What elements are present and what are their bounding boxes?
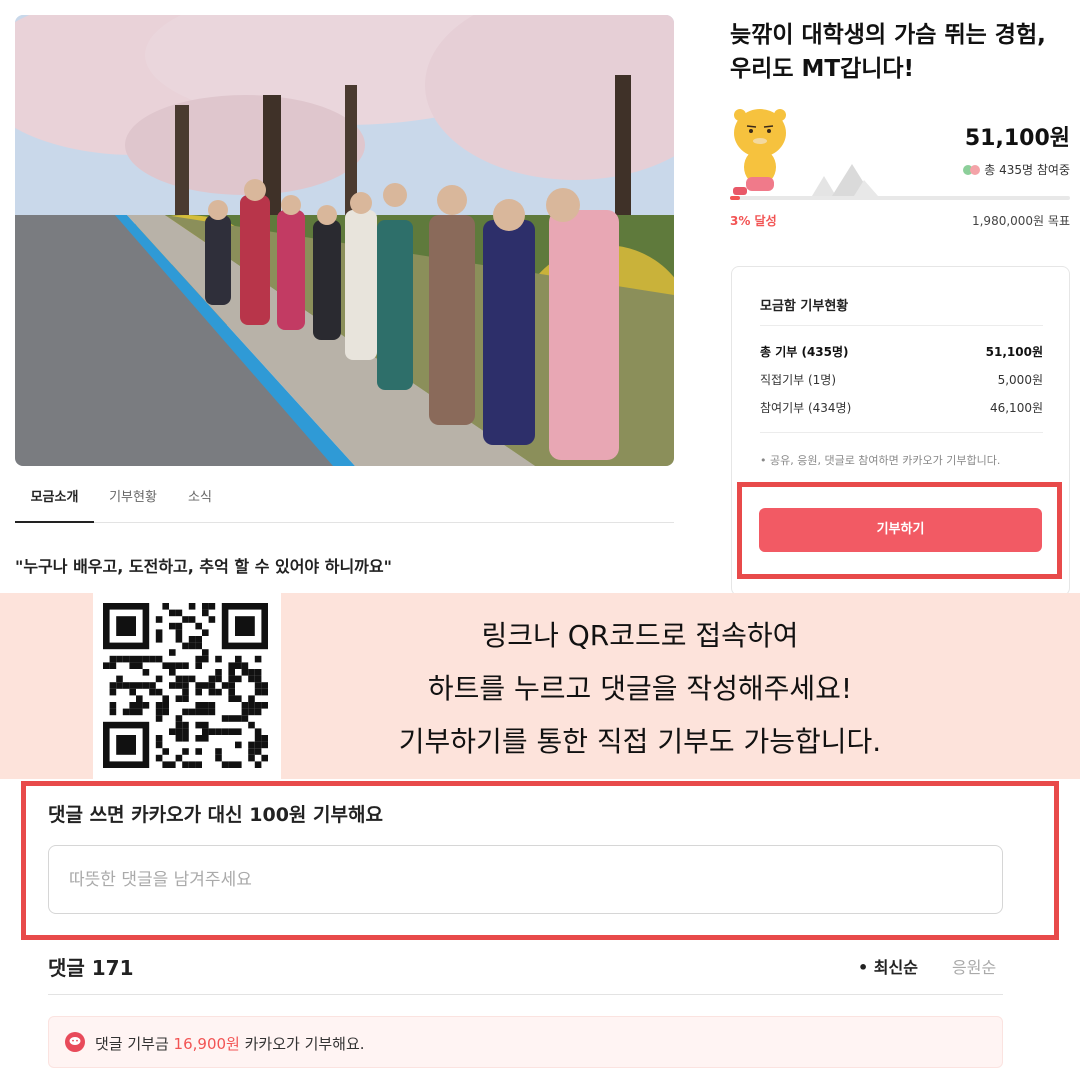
comment-input[interactable] <box>48 845 1003 914</box>
status-row-value: 5,000원 <box>997 373 1043 387</box>
campaign-photo <box>15 15 674 466</box>
comment-donation-notice: 댓글 기부금 16,900원 카카오가 기부해요. <box>48 1016 1003 1068</box>
mascot-icon <box>733 109 786 195</box>
divider <box>760 325 1043 326</box>
qr-code[interactable] <box>93 593 281 779</box>
tab-donation-status[interactable]: 기부현황 <box>103 478 163 523</box>
status-note: • 공유, 응원, 댓글로 참여하면 카카오가 기부합니다. <box>760 454 1001 467</box>
tab-intro[interactable]: 모금소개 <box>15 478 94 523</box>
donation-note-amount: 16,900원 <box>173 1035 240 1053</box>
donate-highlight-frame <box>737 482 1062 579</box>
status-row-label: 직접기부 (1명) <box>760 373 837 387</box>
kakao-icon <box>65 1032 85 1052</box>
status-row-participation: 참여기부 (434명) 46,100원 <box>760 399 1043 416</box>
banner-line-3: 기부하기를 통한 직접 기부도 가능합니다. <box>398 725 882 758</box>
status-row-direct: 직접기부 (1명) 5,000원 <box>760 371 1043 388</box>
sort-latest[interactable]: • 최신순 <box>858 954 918 978</box>
progress-fill <box>730 196 741 200</box>
status-row-value: 46,100원 <box>989 401 1043 415</box>
participants-info: 총 435명 참여중 <box>963 161 1070 178</box>
participants-count: 총 435명 참여중 <box>984 163 1070 177</box>
campaign-tabs: 모금소개 기부현황 소식 <box>15 478 674 523</box>
progress-bar <box>730 196 1070 200</box>
status-row-label: 총 기부 (435명) <box>760 345 849 359</box>
banner-line-2: 하트를 누르고 댓글을 작성해주세요! <box>427 672 853 705</box>
tab-news[interactable]: 소식 <box>180 478 220 523</box>
comment-count: 댓글 171 <box>48 956 134 980</box>
comment-heading: 댓글 쓰면 카카오가 대신 100원 기부해요 <box>48 804 383 826</box>
sort-cheer[interactable]: 응원순 <box>952 954 996 978</box>
status-row-value: 51,100원 <box>985 345 1043 359</box>
donation-amount: 51,100원 <box>964 126 1070 151</box>
banner-line-1: 링크나 QR코드로 접속하여 <box>481 619 799 652</box>
goal-amount: 1,980,000원 목표 <box>971 214 1070 228</box>
donation-note-text: 댓글 기부금 16,900원 카카오가 기부해요. <box>95 1035 365 1053</box>
status-row-total: 총 기부 (435명) 51,100원 <box>760 343 1043 360</box>
intro-quote: "누구나 배우고, 도전하고, 추억 할 수 있어야 하니까요" <box>15 557 392 576</box>
divider <box>760 432 1043 433</box>
status-row-label: 참여기부 (434명) <box>760 401 852 415</box>
achievement-rate: 3% 달성 <box>730 214 777 228</box>
mountain-graphic <box>812 164 878 196</box>
status-title: 모금함 기부현황 <box>760 299 849 314</box>
participant-avatars-icon <box>963 164 981 175</box>
campaign-title: 늦깎이 대학생의 가슴 뛰는 경험, 우리도 MT갑니다! <box>730 22 1046 82</box>
divider <box>48 994 1003 995</box>
